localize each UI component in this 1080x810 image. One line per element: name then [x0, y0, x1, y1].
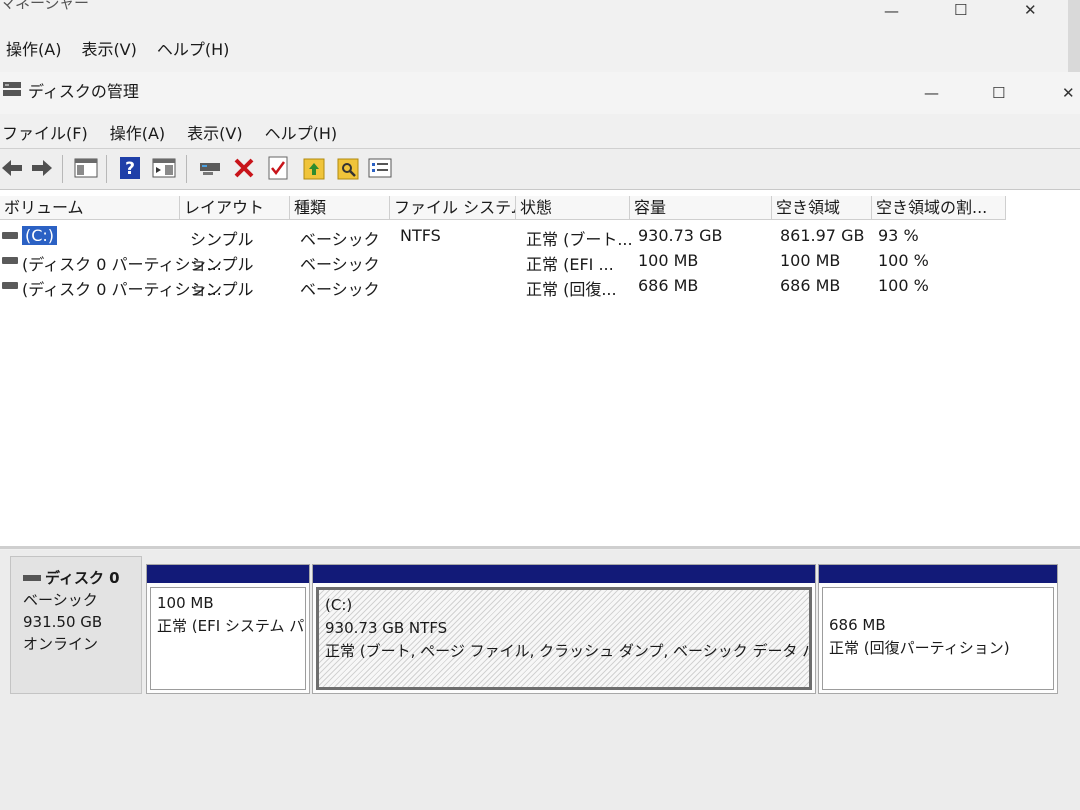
volume-status: 正常 (回復... — [526, 280, 617, 299]
volume-row[interactable]: (ディスク 0 パーティショ... シンプル ベーシック 正常 (EFI ...… — [0, 249, 1080, 274]
volume-free-percent: 100 % — [878, 276, 929, 295]
menu-help[interactable]: ヘルプ(H) — [265, 120, 338, 144]
drive-icon — [2, 257, 18, 264]
maximize-button[interactable]: ☐ — [992, 86, 1005, 101]
volume-name: (C:) — [22, 226, 58, 245]
partition-label: (C:) — [325, 596, 353, 614]
back-arrow-icon[interactable] — [0, 156, 24, 180]
show-pane-icon[interactable] — [152, 156, 176, 180]
volume-list: ボリューム レイアウト 種類 ファイル システム 状態 容量 空き領域 空き領域… — [0, 190, 1080, 549]
partition-status: 正常 (ブート, ページ ファイル, クラッシュ ダンプ, ベーシック データ … — [325, 642, 809, 660]
column-header-filesystem[interactable]: ファイル システム — [390, 196, 516, 220]
partition-header — [313, 565, 815, 583]
toolbar-separator — [62, 155, 63, 183]
volume-row[interactable]: (ディスク 0 パーティショ... シンプル ベーシック 正常 (回復... 6… — [0, 274, 1080, 299]
outer-close-button[interactable]: ✕ — [1024, 3, 1037, 18]
window-title: ディスクの管理 — [28, 82, 139, 101]
partition-status: 正常 (回復パーティション) — [829, 639, 1010, 657]
column-header-free-percent[interactable]: 空き領域の割... — [872, 196, 1006, 220]
volume-free-space: 861.97 GB — [780, 226, 865, 245]
console-tree-icon[interactable] — [74, 156, 98, 180]
partition-size: 930.73 GB NTFS — [325, 619, 448, 637]
minimize-button[interactable]: — — [924, 86, 939, 101]
partition-size: 100 MB — [157, 594, 214, 612]
toolbar-separator — [186, 155, 187, 183]
volume-free-space: 686 MB — [780, 276, 841, 295]
volume-type: ベーシック — [300, 280, 380, 299]
toolbar-separator — [106, 155, 107, 183]
volume-free-percent: 100 % — [878, 251, 929, 270]
close-button[interactable]: ✕ — [1062, 86, 1075, 101]
disk-name: ディスク 0 — [45, 569, 120, 587]
volume-capacity: 100 MB — [638, 251, 699, 270]
menu-view[interactable]: 表示(V) — [187, 120, 242, 144]
column-header-type[interactable]: 種類 — [290, 196, 390, 220]
drive-icon — [2, 232, 18, 239]
drive-icon — [2, 282, 18, 289]
outer-menu-view[interactable]: 表示(V) — [81, 36, 136, 60]
volume-status: 正常 (ブート... — [526, 230, 633, 249]
volume-layout: シンプル — [190, 255, 254, 274]
partition-status: 正常 (EFI システム パー — [157, 617, 306, 635]
outer-minimize-button[interactable]: — — [884, 4, 899, 19]
volume-layout: シンプル — [190, 230, 254, 249]
toolbar: ? — [0, 148, 1080, 190]
partition-header — [147, 565, 309, 583]
column-header-free-space[interactable]: 空き領域 — [772, 196, 872, 220]
partition-header — [819, 565, 1057, 583]
column-header-capacity[interactable]: 容量 — [630, 196, 772, 220]
volume-row[interactable]: (C:) シンプル ベーシック NTFS 正常 (ブート... 930.73 G… — [0, 224, 1080, 249]
folder-search-icon[interactable] — [336, 156, 360, 180]
svg-text:?: ? — [125, 159, 135, 179]
help-icon[interactable]: ? — [118, 156, 142, 180]
properties-icon[interactable] — [368, 156, 392, 180]
column-header-layout[interactable]: レイアウト — [180, 196, 290, 220]
title-bar: ディスクの管理 — ☐ ✕ — [0, 72, 1080, 114]
outer-maximize-button[interactable]: ☐ — [954, 3, 967, 18]
menu-file[interactable]: ファイル(F) — [2, 120, 88, 144]
outer-menu-action[interactable]: 操作(A) — [6, 36, 61, 60]
disk-management-icon — [2, 80, 22, 102]
disk-size: 931.50 GB — [23, 613, 103, 631]
partition-efi[interactable]: 100 MB 正常 (EFI システム パー — [146, 564, 310, 694]
menu-bar: ファイル(F) 操作(A) 表示(V) ヘルプ(H) — [2, 120, 337, 144]
disk-map: ディスク 0 ベーシック 931.50 GB オンライン 100 MB 正常 (… — [0, 550, 1080, 810]
volume-capacity: 930.73 GB — [638, 226, 723, 245]
partition-c[interactable]: (C:) 930.73 GB NTFS 正常 (ブート, ページ ファイル, ク… — [312, 564, 816, 694]
volume-capacity: 686 MB — [638, 276, 699, 295]
volume-type: ベーシック — [300, 230, 380, 249]
disk-type: ベーシック — [23, 591, 98, 609]
disk-info[interactable]: ディスク 0 ベーシック 931.50 GB オンライン — [10, 556, 142, 694]
column-header-status[interactable]: 状態 — [516, 196, 630, 220]
partition-recovery[interactable]: 686 MB 正常 (回復パーティション) — [818, 564, 1058, 694]
outer-window-title: マネージャー — [0, 0, 89, 12]
volume-status: 正常 (EFI ... — [526, 255, 614, 274]
connect-disk-icon[interactable] — [198, 156, 222, 180]
outer-window: マネージャー — ☐ ✕ 操作(A) 表示(V) ヘルプ(H) — [0, 0, 1068, 73]
outer-menu-help[interactable]: ヘルプ(H) — [157, 36, 230, 60]
volume-layout: シンプル — [190, 280, 254, 299]
volume-free-space: 100 MB — [780, 251, 841, 270]
disk-icon — [23, 567, 41, 589]
check-icon[interactable] — [266, 156, 290, 180]
volume-filesystem: NTFS — [400, 226, 441, 245]
menu-action[interactable]: 操作(A) — [110, 120, 165, 144]
volume-type: ベーシック — [300, 255, 380, 274]
delete-icon[interactable] — [232, 156, 256, 180]
forward-arrow-icon[interactable] — [30, 156, 54, 180]
volume-free-percent: 93 % — [878, 226, 919, 245]
disk-management-window: ディスクの管理 — ☐ ✕ ファイル(F) 操作(A) 表示(V) ヘルプ(H)… — [0, 72, 1080, 810]
column-header-volume[interactable]: ボリューム — [0, 196, 180, 220]
partition-size: 686 MB — [829, 616, 886, 634]
disk-state: オンライン — [23, 635, 99, 653]
folder-up-icon[interactable] — [302, 156, 326, 180]
outer-menu-bar: 操作(A) 表示(V) ヘルプ(H) — [6, 36, 229, 60]
